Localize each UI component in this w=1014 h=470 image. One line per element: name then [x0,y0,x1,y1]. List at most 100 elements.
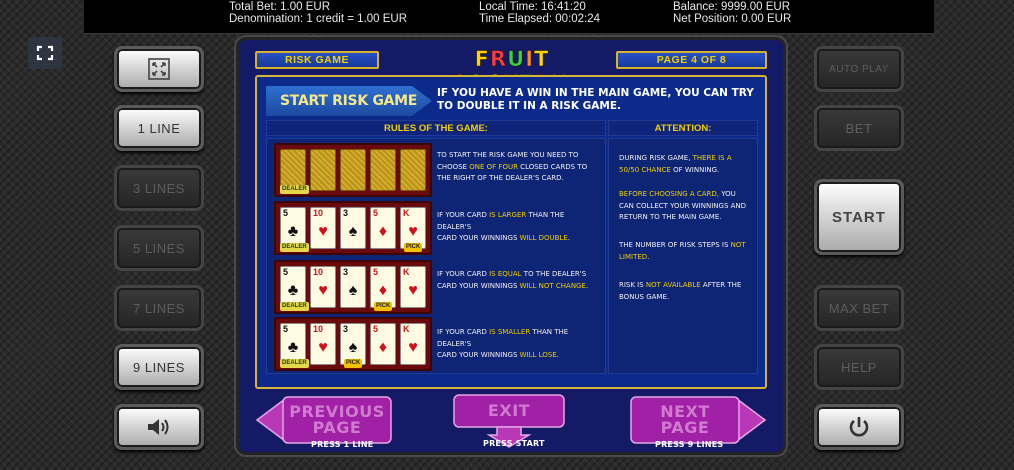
card-suit-icon: ♣ [287,282,299,299]
fullscreen-toggle[interactable] [28,37,62,69]
rule-text-line: TO START THE RISK GAME YOU NEED TO [437,151,579,159]
lines-5-button[interactable]: 5 LINES [114,225,204,271]
lines-3-button[interactable]: 3 LINES [114,165,204,211]
card-suit-icon: ♣ [287,339,299,356]
card-suit-icon: ♥ [408,223,418,240]
pick-tag: PICK [404,243,423,252]
total-bet: Total Bet: 1.00 EUR [229,1,330,13]
rules-column: DEALER TO START THE RISK GAME YOU NEED T… [266,138,606,374]
card-row-larger: 5 ♣ 10 ♥ 3 ♠ 5 ♦ K ♥ DEALER PICK [274,201,432,255]
rule-text-line: CHOOSE ONE OF FOUR CLOSED CARDS TO [437,162,588,171]
help-button[interactable]: HELP [814,344,904,390]
attention-line: BONUS GAME. [619,292,670,301]
card-rank: K [403,267,410,277]
card-suit-icon: ♥ [408,339,418,356]
auto-play-button[interactable]: AUTO PLAY [814,46,904,92]
time-elapsed: Time Elapsed: 00:02:24 [479,13,601,25]
risk-game-intro: IF YOU HAVE A WIN IN THE MAIN GAME, YOU … [437,87,757,112]
game-title: FRUIT COCKTAIL [417,47,607,96]
balance: Balance: 9999.00 EUR [673,1,790,13]
attention-line: BEFORE CHOOSING A CARD, YOU [619,190,736,198]
card-suit-icon: ♥ [318,223,328,240]
rule-start-text: TO START THE RISK GAME YOU NEED TO CHOOS… [437,150,597,185]
intro-line-2: TO DOUBLE IT IN A RISK GAME. [437,99,621,112]
attention-line: 50/50 CHANCE OF WINNING. [619,165,720,174]
max-bet-button[interactable]: MAX BET [814,285,904,331]
page-indicator: PAGE 4 OF 8 [616,51,767,69]
player-card: 10 ♥ [310,266,336,308]
expand-button[interactable] [114,46,204,92]
start-risk-game-label: START RISK GAME [266,86,432,116]
card-rank: 10 [313,267,324,277]
card-row-equal: 5 ♣ 10 ♥ 3 ♠ 5 ♦ K ♥ DEALER PICK [274,260,432,314]
rule-text-line: IF YOUR CARD IS EQUAL TO THE DEALER'S [437,270,587,278]
attention-line: RETURN TO THE MAIN GAME. [619,213,722,221]
lines-9-button[interactable]: 9 LINES [114,344,204,390]
rules-header: RULES OF THE GAME: [266,120,606,136]
power-button[interactable] [814,404,904,450]
sound-button[interactable] [114,404,204,450]
previous-page-label: PREVIOUS PAGE [283,404,391,436]
previous-page-button[interactable]: PREVIOUS PAGE PRESS 1 LINE [255,393,395,449]
title-letter: F [474,47,490,72]
dealer-tag: DEALER [280,185,309,194]
rule-text-line: CARD YOUR WINNINGS WILL NOT CHANGE. [437,281,589,290]
player-card: 5 ♦ [370,323,396,365]
attention-line: LIMITED. [619,252,650,261]
rule-smaller-text: IF YOUR CARD IS SMALLER THAN THE DEALER'… [437,327,597,362]
dealer-tag: DEALER [280,359,309,368]
exit-hint: PRESS START [483,439,545,448]
card-suit-icon: ♠ [348,282,358,299]
pick-tag: PICK [374,302,393,311]
title-letter: T [534,47,550,72]
next-hint: PRESS 9 LINES [655,440,724,449]
card-rank: K [403,208,410,218]
card-rank: 5 [373,208,379,218]
title-letter: I [525,47,535,72]
player-card: 10 ♥ [310,323,336,365]
exit-button[interactable]: EXIT PRESS START [449,393,579,448]
card-suit-icon: ♥ [318,282,328,299]
attention-line: RISK IS NOT AVAILABLE AFTER THE [619,281,742,289]
bet-button[interactable]: BET [814,105,904,151]
previous-label-line: PAGE [312,418,362,437]
attention-steps: THE NUMBER OF RISK STEPS IS NOT LIMITED. [619,240,749,263]
card-suit-icon: ♦ [378,282,388,299]
rule-text-line: CARD YOUR WINNINGS WILL DOUBLE. [437,234,571,242]
status-bar: Total Bet: 1.00 EUR Denomination: 1 cred… [84,0,934,34]
rule-equal-text: IF YOUR CARD IS EQUAL TO THE DEALER'S CA… [437,269,597,292]
card-rank: 3 [343,324,349,334]
next-page-button[interactable]: NEXT PAGE PRESS 9 LINES [627,393,767,449]
title-letter: U [507,47,526,72]
card-suit-icon: ♣ [287,223,299,240]
rule-text-line: CARD YOUR WINNINGS WILL LOSE. [437,351,559,359]
dealer-tag: DEALER [280,302,309,311]
card-rank: 10 [313,208,324,218]
player-card: 10 ♥ [310,207,336,249]
start-button[interactable]: START [814,179,904,255]
card-rank: 5 [283,324,289,334]
attention-bonus: RISK IS NOT AVAILABLE AFTER THE BONUS GA… [619,280,749,303]
attention-column: DURING RISK GAME, THERE IS A 50/50 CHANC… [608,138,758,374]
attention-line: CAN COLLECT YOUR WINNINGS AND [619,201,747,210]
card-suit-icon: ♥ [408,282,418,299]
exit-label: EXIT [487,401,531,420]
attention-chance: DURING RISK GAME, THERE IS A 50/50 CHANC… [619,153,749,176]
card-rank: 3 [343,267,349,277]
net-position: Net Position: 0.00 EUR [673,13,792,25]
help-screen: RISK GAME FRUIT COCKTAIL PAGE 4 OF 8 STA… [236,37,786,455]
card-rank: 3 [343,208,349,218]
closed-card [310,149,336,191]
closed-card [340,149,366,191]
pick-tag: PICK [344,359,363,368]
lines-1-button[interactable]: 1 LINE [114,105,204,151]
lines-7-button[interactable]: 7 LINES [114,285,204,331]
dealer-tag: DEALER [280,243,309,252]
rule-text-line: THE RIGHT OF THE DEALER'S CARD. [437,174,564,182]
denomination: Denomination: 1 credit = 1.00 EUR [229,13,408,25]
player-card: 3 ♠ [340,207,366,249]
rule-text-line: IF YOUR CARD IS LARGER THAN THE DEALER'S [437,211,565,231]
attention-line: DURING RISK GAME, THERE IS A [619,154,732,162]
expand-icon [148,58,170,80]
card-rank: K [403,324,410,334]
